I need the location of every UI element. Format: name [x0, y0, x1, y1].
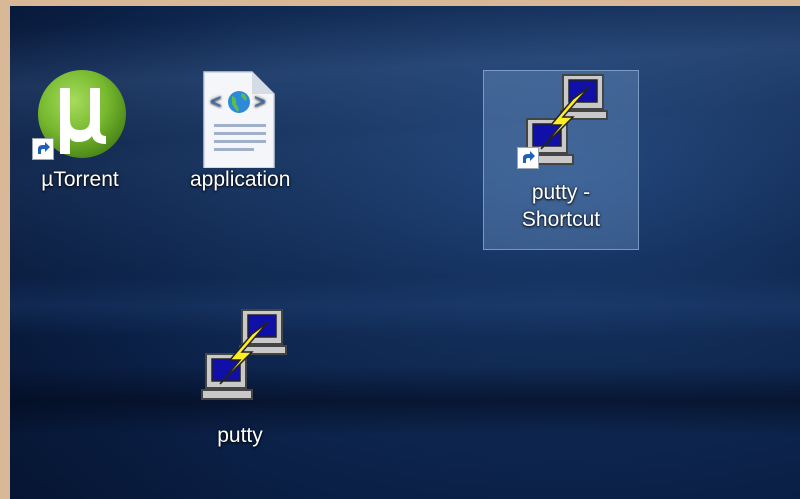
desktop[interactable]: µTorrent < > application putty - Shortcu…: [10, 6, 800, 499]
icon-label: µTorrent: [41, 168, 119, 191]
svg-text:<: <: [210, 91, 222, 113]
putty-icon: [511, 71, 611, 169]
icon-label-line2: Shortcut: [521, 208, 601, 232]
putty-icon: [190, 306, 290, 402]
shortcut-arrow-icon: [32, 138, 54, 160]
desktop-icon-application[interactable]: < > application: [190, 68, 290, 193]
html-document-icon: < >: [190, 68, 290, 168]
desktop-icon-utorrent[interactable]: µTorrent: [30, 68, 130, 193]
desktop-icon-putty-shortcut[interactable]: putty - Shortcut: [483, 70, 639, 250]
utorrent-icon: [30, 68, 130, 164]
desktop-icon-putty[interactable]: putty: [190, 306, 290, 449]
svg-text:>: >: [254, 91, 266, 113]
icon-label: putty: [217, 424, 263, 447]
wallpaper-light-band: [10, 276, 800, 336]
icon-label: application: [190, 168, 291, 191]
wallpaper-dark-band: [10, 366, 800, 436]
shortcut-arrow-icon: [517, 147, 539, 169]
icon-label-line1: putty -: [531, 181, 591, 204]
